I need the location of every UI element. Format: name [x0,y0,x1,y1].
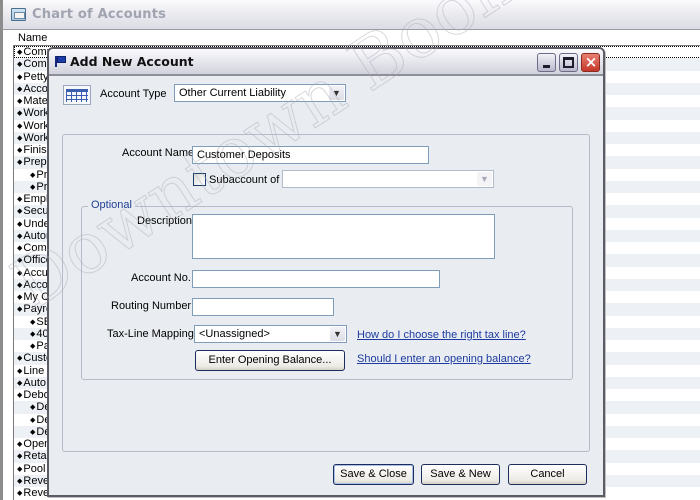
bullet-icon: ◆ [30,428,36,436]
description-label: Description [137,215,193,227]
bullet-icon: ◆ [17,49,23,56]
minimize-button[interactable] [537,53,556,72]
routing-number-label: Routing Number [111,300,192,312]
bullet-icon: ◆ [17,257,23,265]
bullet-icon: ◆ [17,232,23,240]
bullet-icon: ◆ [17,355,23,363]
bullet-icon: ◆ [30,318,36,326]
bullet-icon: ◆ [17,441,23,448]
dialog-title: Add New Account [70,54,194,69]
bullet-icon: ◆ [17,306,23,314]
account-type-icon [63,85,91,105]
tax-line-mapping-value: <Unassigned> [199,328,270,340]
add-new-account-dialog: Add New Account × Account Type Other Cur… [47,47,605,497]
subaccount-select[interactable]: ▼ [282,170,494,188]
account-row-label: Petty [23,70,49,83]
chart-of-accounts-titlebar[interactable]: Chart of Accounts [3,0,700,30]
bullet-icon: ◆ [17,73,23,81]
bullet-icon: ◆ [17,220,23,228]
bullet-icon: ◆ [17,85,23,93]
description-textarea[interactable] [192,214,495,259]
bullet-icon: ◆ [17,281,23,289]
bullet-icon: ◆ [30,171,36,179]
save-and-close-button[interactable]: Save & Close [333,464,414,485]
account-row-label: Work [23,107,49,120]
maximize-icon [563,57,574,68]
flag-icon [55,56,66,67]
bullet-icon: ◆ [17,208,23,216]
screen: Chart of Accounts Name ◆Comp ◆Comp ◆Petty ◆… [0,0,700,500]
routing-number-input[interactable] [192,298,334,316]
chart-of-accounts-title: Chart of Accounts [32,7,167,22]
column-header-name[interactable]: Name [13,30,700,46]
subaccount-label: Subaccount of [209,174,280,186]
column-header-label: Name [18,32,48,44]
bullet-icon: ◆ [17,392,23,399]
bullet-icon: ◆ [30,343,36,350]
minimize-icon [543,65,550,68]
account-type-label: Account Type [100,88,167,100]
maximize-button[interactable] [559,53,578,72]
bullet-icon: ◆ [17,134,23,142]
bullet-icon: ◆ [17,379,23,387]
bullet-icon: ◆ [17,110,23,118]
bullet-icon: ◆ [17,61,23,69]
bullet-icon: ◆ [17,245,23,252]
bullet-icon: ◆ [30,330,36,338]
chevron-down-icon: ▼ [330,327,345,341]
account-number-label: Account No. [131,272,191,284]
account-name-input[interactable]: Customer Deposits [192,146,429,164]
dialog-titlebar[interactable]: Add New Account × [49,49,603,76]
save-and-new-button[interactable]: Save & New [421,464,500,485]
bullet-icon: ◆ [17,294,23,301]
opening-balance-help-link[interactable]: Should I enter an opening balance? [357,353,531,365]
bullet-icon: ◆ [17,465,23,473]
account-type-select[interactable]: Other Current Liability ▼ [174,84,346,102]
bullet-icon: ◆ [17,196,23,203]
bullet-icon: ◆ [17,98,23,105]
bullet-icon: ◆ [17,159,23,167]
chevron-down-icon: ▼ [477,172,492,186]
bullet-icon: ◆ [30,416,36,424]
close-icon: × [584,53,598,71]
account-row-label: Work [23,119,49,132]
subaccount-checkbox[interactable] [193,173,206,186]
bullet-icon: ◆ [17,477,23,485]
bullet-icon: ◆ [17,147,23,154]
account-type-value: Other Current Liability [179,87,286,99]
optional-legend: Optional [88,199,135,211]
bullet-icon: ◆ [17,269,23,277]
bullet-icon: ◆ [17,367,23,375]
bullet-icon: ◆ [30,183,36,191]
account-name-label: Account Name [122,147,195,159]
bullet-icon: ◆ [17,490,23,497]
account-number-input[interactable] [192,270,440,288]
tax-line-help-link[interactable]: How do I choose the right tax line? [357,329,526,341]
account-row-label: Work [23,131,49,144]
bullet-icon: ◆ [17,122,23,130]
bullet-icon: ◆ [17,453,23,461]
tax-line-mapping-select[interactable]: <Unassigned> ▼ [194,325,347,343]
chart-of-accounts-icon [11,8,26,21]
close-button[interactable]: × [581,53,600,72]
cancel-button[interactable]: Cancel [508,464,587,485]
bullet-icon: ◆ [30,404,36,412]
enter-opening-balance-button[interactable]: Enter Opening Balance... [195,350,345,371]
chevron-down-icon: ▼ [329,86,344,100]
tax-line-mapping-label: Tax-Line Mapping [107,328,194,340]
